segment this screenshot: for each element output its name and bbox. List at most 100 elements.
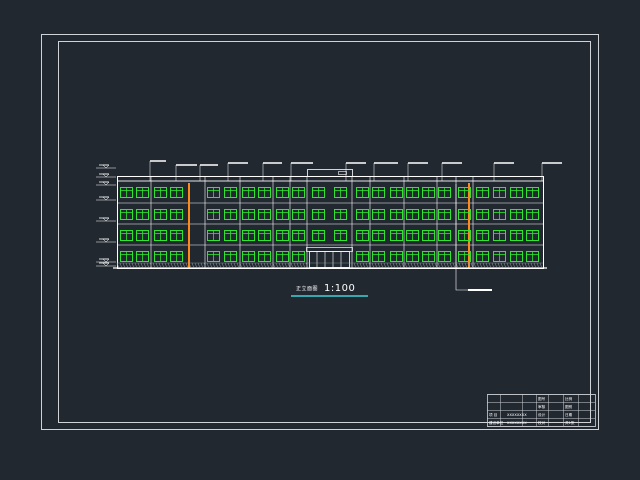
hatch-line <box>383 262 387 269</box>
window <box>438 187 451 198</box>
window <box>422 230 435 241</box>
hatch-line <box>485 262 489 269</box>
hatch-line <box>461 262 465 269</box>
level-triangle <box>102 196 110 201</box>
window <box>170 251 183 262</box>
hatch-line <box>257 262 261 269</box>
title-block-cell: 建设单位 <box>489 420 504 425</box>
hatch-line <box>509 262 513 269</box>
hatch-line <box>452 262 456 269</box>
level-marker <box>96 258 116 263</box>
hatch-line <box>254 262 258 269</box>
hatch-line <box>404 262 408 269</box>
roof-leader <box>149 160 166 181</box>
hatch-line <box>536 262 540 269</box>
title-block-cell: 审核 <box>538 404 546 409</box>
hatch-line <box>134 262 138 269</box>
window <box>390 209 403 220</box>
window <box>136 209 149 220</box>
window <box>120 209 133 220</box>
hatch-line <box>437 262 441 269</box>
window <box>207 187 220 198</box>
window <box>242 209 255 220</box>
hatch-line <box>539 262 543 269</box>
window <box>476 209 489 220</box>
roof-leader <box>345 162 366 181</box>
hatch-line <box>395 262 399 269</box>
window <box>136 230 149 241</box>
hatch-line <box>176 262 180 269</box>
hatch-line <box>212 262 216 269</box>
hatch-line <box>530 262 534 269</box>
roof-leader <box>227 162 248 181</box>
hatch-line <box>152 262 156 269</box>
window <box>493 187 506 198</box>
hatch-line <box>356 262 360 269</box>
window <box>372 251 385 262</box>
window <box>406 230 419 241</box>
leader-path <box>455 184 468 291</box>
hatch-line <box>527 262 531 269</box>
window <box>372 187 385 198</box>
level-marker <box>96 262 116 267</box>
window <box>390 230 403 241</box>
hatch-line <box>140 262 144 269</box>
level-triangle <box>102 258 110 263</box>
window <box>493 251 506 262</box>
window <box>136 251 149 262</box>
hatch-line <box>245 262 249 269</box>
hatch-line <box>494 262 498 269</box>
window <box>526 230 539 241</box>
window <box>510 209 523 220</box>
hatch-line <box>143 262 147 269</box>
window <box>154 251 167 262</box>
window <box>476 230 489 241</box>
window <box>292 209 305 220</box>
hatch-line <box>416 262 420 269</box>
window <box>493 209 506 220</box>
roof-leader <box>262 162 282 181</box>
hatch-line <box>266 262 270 269</box>
hatch-line <box>410 262 414 269</box>
tower-vent <box>338 171 347 175</box>
drawing-scale: 1:100 <box>324 283 356 294</box>
window <box>356 187 369 198</box>
window <box>258 251 271 262</box>
hatch-line <box>473 262 477 269</box>
window <box>207 230 220 241</box>
hatch-line <box>296 262 300 269</box>
hatch-line <box>377 262 381 269</box>
hatch-line <box>248 262 252 269</box>
hatch-line <box>371 262 375 269</box>
window <box>242 230 255 241</box>
hatch-line <box>476 262 480 269</box>
window <box>372 230 385 241</box>
hatch-line <box>125 262 129 269</box>
hatch-line <box>419 262 423 269</box>
hatch-line <box>122 262 126 269</box>
hatch-line <box>521 262 525 269</box>
window <box>207 209 220 220</box>
window <box>276 251 289 262</box>
window <box>356 209 369 220</box>
window <box>390 187 403 198</box>
window <box>224 209 237 220</box>
level-triangle <box>102 164 110 169</box>
hatch-line <box>227 262 231 269</box>
hatch-line <box>158 262 162 269</box>
hatch-line <box>218 262 222 269</box>
level-triangle <box>102 217 110 222</box>
hatch-line <box>269 262 273 269</box>
hatch-line <box>236 262 240 269</box>
hatch-line <box>128 262 132 269</box>
hatch-line <box>182 262 186 269</box>
hatch-line <box>119 262 123 269</box>
hatch-line <box>512 262 516 269</box>
entrance-canopy <box>306 247 353 252</box>
hatch-line <box>281 262 285 269</box>
hatch-line <box>524 262 528 269</box>
hatch-line <box>518 262 522 269</box>
window <box>356 230 369 241</box>
level-triangle <box>102 173 110 178</box>
window <box>510 230 523 241</box>
